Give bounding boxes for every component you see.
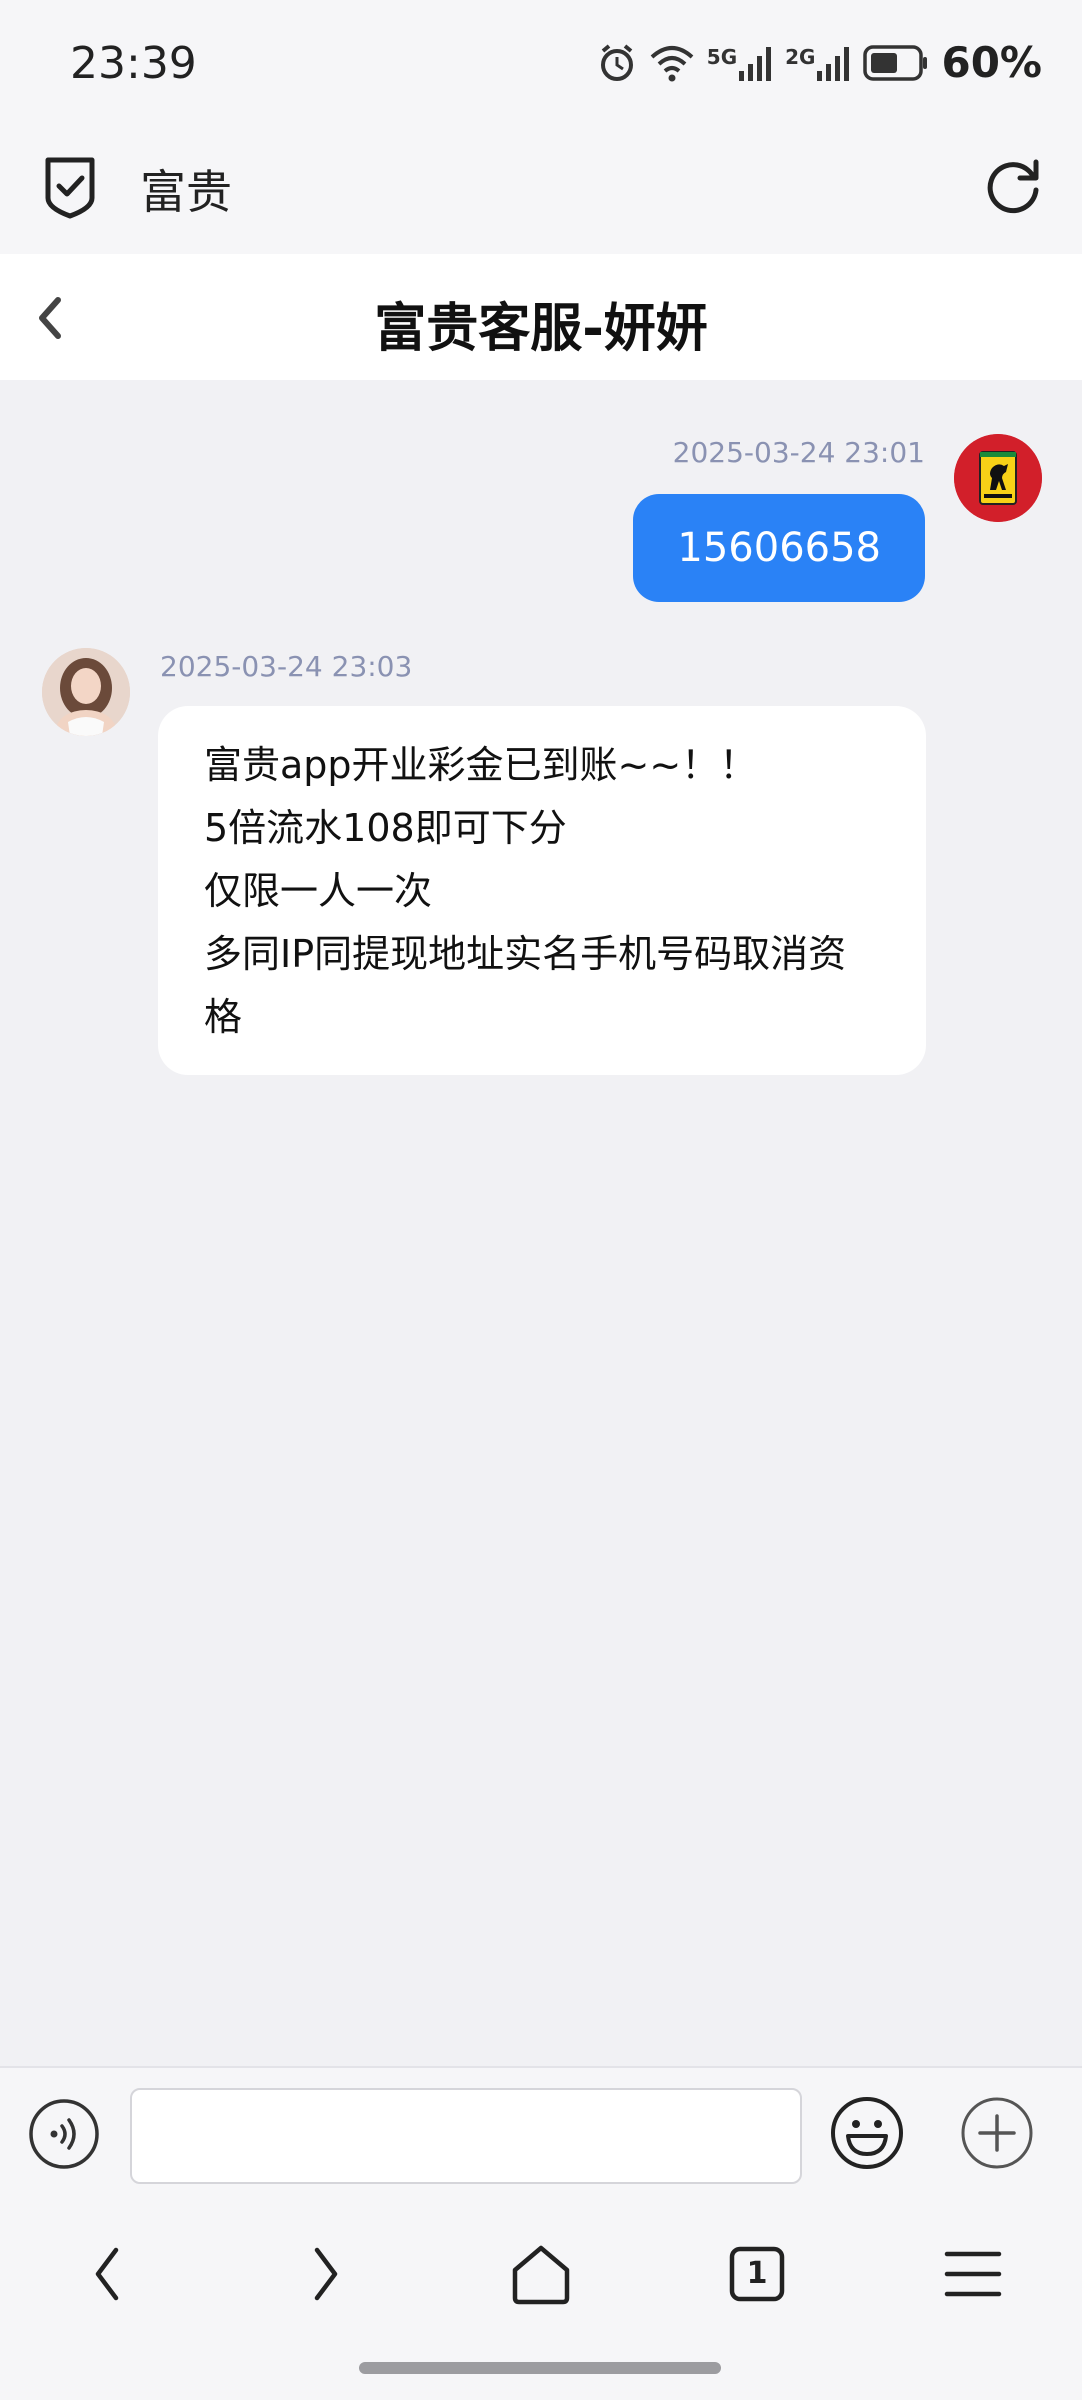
composer-bar: [0, 2066, 1082, 2196]
site-title: 富贵: [140, 165, 232, 219]
browser-bar: 富贵: [0, 130, 1082, 254]
menu-icon[interactable]: [933, 2234, 1013, 2314]
tab-count: 1: [746, 2256, 768, 2291]
alarm-icon: [600, 43, 633, 81]
message-line: 富贵app开业彩金已到账~~！！: [204, 743, 758, 787]
chat-title: 富贵客服-妍妍: [374, 299, 708, 359]
avatar[interactable]: [954, 434, 1042, 522]
signal-bars-icon: [817, 46, 850, 81]
message-bubble-outgoing[interactable]: 15606658: [633, 494, 925, 602]
clock: 23:39: [70, 38, 197, 89]
tabs-button[interactable]: 1: [717, 2234, 797, 2314]
message-timestamp: 2025-03-24 23:03: [160, 650, 413, 683]
signal-5g: 5G: [707, 45, 773, 81]
message-input[interactable]: [130, 2088, 802, 2184]
status-icons: 5G 2G 60%: [597, 38, 1042, 87]
home-indicator[interactable]: [359, 2362, 721, 2374]
message-line: 多同IP同提现地址实名手机号码取消资格: [204, 932, 847, 1039]
emoji-icon[interactable]: [830, 2096, 904, 2170]
message-bubble-incoming[interactable]: 富贵app开业彩金已到账~~！！ 5倍流水108即可下分 仅限一人一次 多同IP…: [158, 706, 926, 1075]
battery-icon: [863, 44, 928, 81]
chat-header: 富贵客服-妍妍: [0, 254, 1082, 380]
avatar[interactable]: [42, 648, 130, 736]
network-5g-label: 5G: [706, 44, 738, 69]
shield-check-icon[interactable]: [40, 152, 100, 222]
prancing-horse-logo-icon: [954, 434, 1042, 522]
wifi-icon: [650, 45, 694, 81]
status-bar: 23:39 5G 2G 60%: [0, 0, 1082, 130]
home-icon[interactable]: [501, 2234, 581, 2314]
nav-back-icon[interactable]: [68, 2234, 148, 2314]
message-line: 5倍流水108即可下分: [204, 806, 567, 850]
agent-photo-icon: [42, 648, 130, 736]
voice-icon[interactable]: [28, 2098, 100, 2170]
network-2g-label: 2G: [785, 44, 816, 69]
nav-forward-icon[interactable]: [285, 2234, 365, 2314]
message-line: 仅限一人一次: [204, 869, 433, 913]
signal-bars-icon: [739, 46, 772, 81]
signal-2g: 2G: [785, 45, 851, 81]
plus-icon[interactable]: [960, 2096, 1034, 2170]
message-list[interactable]: 2025-03-24 23:01 15606658 2025-03-24 23:…: [0, 380, 1082, 2066]
message-timestamp: 2025-03-24 23:01: [672, 436, 925, 469]
battery-percent: 60%: [941, 38, 1042, 87]
refresh-icon[interactable]: [982, 154, 1044, 216]
